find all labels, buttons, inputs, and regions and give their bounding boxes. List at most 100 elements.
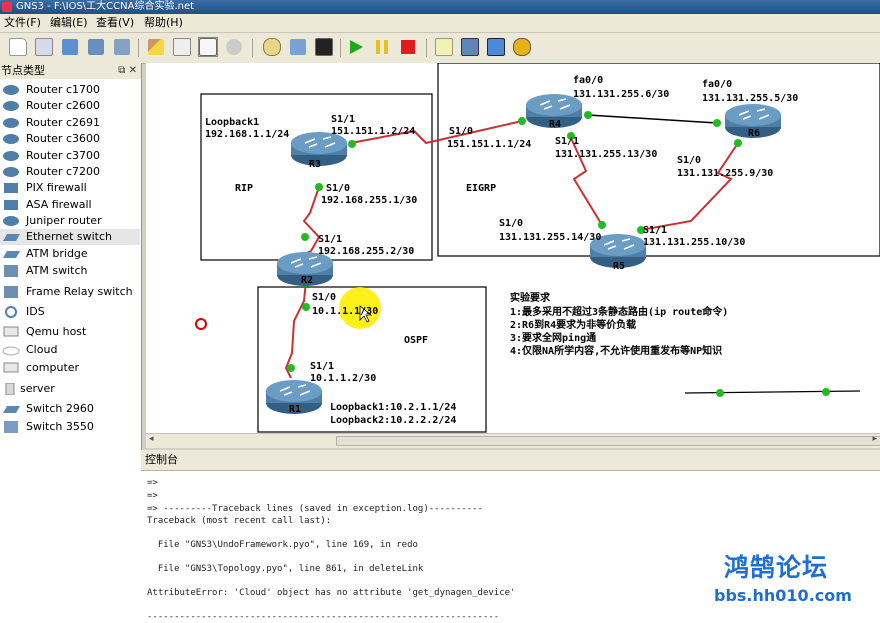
menu-help[interactable]: 帮助(H) bbox=[144, 14, 183, 32]
node-router-c1700[interactable]: Router c1700 bbox=[0, 82, 140, 98]
save-as-icon[interactable] bbox=[112, 37, 132, 57]
node-router-c2691[interactable]: Router c2691 bbox=[0, 115, 140, 131]
node-server[interactable]: server bbox=[0, 381, 140, 397]
node-qemu-host[interactable]: Qemu host bbox=[0, 324, 140, 340]
r1-loopback1: Loopback1:10.2.1.1/24 bbox=[330, 402, 456, 413]
canvas-horizontal-scrollbar[interactable]: ◂ ▸ bbox=[146, 433, 880, 448]
r2-s10-label: S1/0 bbox=[312, 292, 336, 303]
atm-bridge-icon bbox=[3, 251, 20, 258]
stop-icon[interactable] bbox=[398, 37, 418, 57]
interface-labels-icon[interactable] bbox=[198, 37, 218, 57]
node-pix-firewall[interactable]: PIX firewall bbox=[0, 180, 140, 196]
node-router-c2600[interactable]: Router c2600 bbox=[0, 98, 140, 114]
r4-name: R4 bbox=[549, 119, 561, 130]
insert-picture-icon[interactable] bbox=[460, 37, 480, 57]
node-computer[interactable]: computer bbox=[0, 360, 140, 376]
router-icon bbox=[3, 167, 19, 177]
link-r2-r1[interactable] bbox=[284, 280, 307, 379]
scrollbar-thumb[interactable] bbox=[336, 436, 880, 446]
node-asa-firewall[interactable]: ASA firewall bbox=[0, 197, 140, 213]
node-router-c3600[interactable]: Router c3600 bbox=[0, 131, 140, 147]
switch-icon bbox=[3, 406, 20, 413]
port-dot bbox=[315, 183, 323, 191]
add-link-icon[interactable] bbox=[224, 37, 244, 57]
r3-name: R3 bbox=[309, 159, 321, 170]
r1-loopback2: Loopback2:10.2.2.2/24 bbox=[330, 415, 456, 426]
router-icon bbox=[3, 85, 19, 95]
link-r4-r6[interactable] bbox=[587, 114, 718, 124]
r2-s11-ip: 192.168.255.2/30 bbox=[318, 246, 414, 257]
console-line: ----------------------------------------… bbox=[147, 612, 500, 622]
menu-edit[interactable]: 编辑(E) bbox=[50, 14, 88, 32]
open-folder-icon[interactable] bbox=[60, 37, 80, 57]
link-unconnected[interactable] bbox=[684, 390, 861, 394]
port-dot bbox=[713, 119, 721, 127]
node-router-c7200[interactable]: Router c7200 bbox=[0, 164, 140, 180]
node-cloud[interactable]: Cloud bbox=[0, 342, 140, 358]
link-r3-r2[interactable] bbox=[302, 186, 321, 255]
snapshot-clock-icon[interactable] bbox=[262, 37, 282, 57]
firewall-icon bbox=[4, 200, 18, 210]
r4-fa00-label: fa0/0 bbox=[573, 75, 603, 86]
node-atm-switch[interactable]: ATM switch bbox=[0, 263, 140, 279]
port-dot bbox=[302, 303, 310, 311]
menu-file[interactable]: 文件(F) bbox=[4, 14, 41, 32]
node-atm-bridge[interactable]: ATM bridge bbox=[0, 246, 140, 262]
node-router-c3700[interactable]: Router c3700 bbox=[0, 148, 140, 164]
open-file-icon[interactable] bbox=[34, 37, 54, 57]
title-bar: GNS3 - F:\IOS\工大CCNA综合实验.net bbox=[0, 0, 880, 14]
r4-s11-label: S1/1 bbox=[555, 136, 579, 147]
router-icon bbox=[3, 118, 19, 128]
port-dot bbox=[518, 117, 526, 125]
node-ethernet-switch[interactable]: Ethernet switch bbox=[0, 229, 140, 245]
topology-canvas[interactable]: R3 R2 R1 R4 R6 R5 RIP EIGRP OSPF Loopbac… bbox=[146, 62, 880, 433]
console-line: => ---------Traceback lines (saved in ex… bbox=[147, 504, 483, 514]
start-icon[interactable] bbox=[346, 37, 366, 57]
save-icon[interactable] bbox=[86, 37, 106, 57]
node-switch-2960[interactable]: Switch 2960 bbox=[0, 401, 140, 417]
r2-s11-label: S1/1 bbox=[318, 234, 342, 245]
clear-icon[interactable] bbox=[146, 37, 166, 57]
r4-s10-ip: 151.151.1.1/24 bbox=[447, 139, 531, 150]
router-icon bbox=[3, 151, 19, 161]
router-icon bbox=[3, 101, 19, 111]
topology-svg: R3 R2 R1 R4 R6 R5 RIP EIGRP OSPF Loopbac… bbox=[195, 62, 880, 433]
requirements-note[interactable]: 实验要求 1:最多采用不超过3条静态路由(ip route命令) 2:R6到R4… bbox=[510, 291, 728, 357]
firewall-icon bbox=[4, 183, 18, 193]
node-frame-relay-switch[interactable]: Frame Relay switch bbox=[0, 284, 140, 300]
panel-float-close-icon[interactable]: ⧉ ✕ bbox=[118, 63, 137, 79]
console-title: 控制台 bbox=[145, 453, 178, 466]
console-icon[interactable] bbox=[314, 37, 334, 57]
frame-relay-switch-icon bbox=[4, 286, 18, 298]
atm-switch-icon bbox=[4, 265, 18, 277]
menu-bar: 文件(F) 编辑(E) 查看(V) 帮助(H) bbox=[0, 14, 880, 33]
r3-s11-label: S1/1 bbox=[331, 114, 355, 125]
port-dot bbox=[734, 139, 742, 147]
r6-fa00-ip: 131.131.255.5/30 bbox=[702, 93, 798, 104]
r4-fa00-ip: 131.131.255.6/30 bbox=[573, 89, 669, 100]
drawn-circle-icon[interactable] bbox=[195, 318, 207, 330]
node-ids[interactable]: IDS bbox=[0, 304, 140, 320]
panel-title: 节点类型 bbox=[1, 64, 45, 77]
suspend-icon[interactable] bbox=[372, 37, 392, 57]
menu-view[interactable]: 查看(V) bbox=[96, 14, 134, 32]
scroll-right-icon[interactable]: ▸ bbox=[872, 434, 877, 444]
node-switch-3550[interactable]: Switch 3550 bbox=[0, 419, 140, 435]
r5-s10-ip: 131.131.255.14/30 bbox=[499, 232, 601, 243]
requirement-item: 1:最多采用不超过3条静态路由(ip route命令) bbox=[510, 305, 728, 318]
r4-s10-label: S1/0 bbox=[449, 126, 473, 137]
r3-s11-ip: 151.151.1.2/24 bbox=[331, 126, 415, 137]
add-note-icon[interactable] bbox=[434, 37, 454, 57]
port-dot bbox=[598, 221, 606, 229]
r3-s10-ip: 192.168.255.1/30 bbox=[321, 195, 417, 206]
r1-name: R1 bbox=[289, 404, 301, 415]
draw-rectangle-icon[interactable] bbox=[486, 37, 506, 57]
node-juniper-router[interactable]: Juniper router bbox=[0, 213, 140, 229]
new-file-icon[interactable] bbox=[8, 37, 28, 57]
hostnames-icon[interactable] bbox=[172, 37, 192, 57]
scroll-left-icon[interactable]: ◂ bbox=[149, 434, 154, 444]
requirement-item: 3:要求全网ping通 bbox=[510, 331, 596, 344]
switch-icon bbox=[3, 234, 20, 241]
draw-ellipse-icon[interactable] bbox=[512, 37, 532, 57]
capture-icon[interactable] bbox=[288, 37, 308, 57]
